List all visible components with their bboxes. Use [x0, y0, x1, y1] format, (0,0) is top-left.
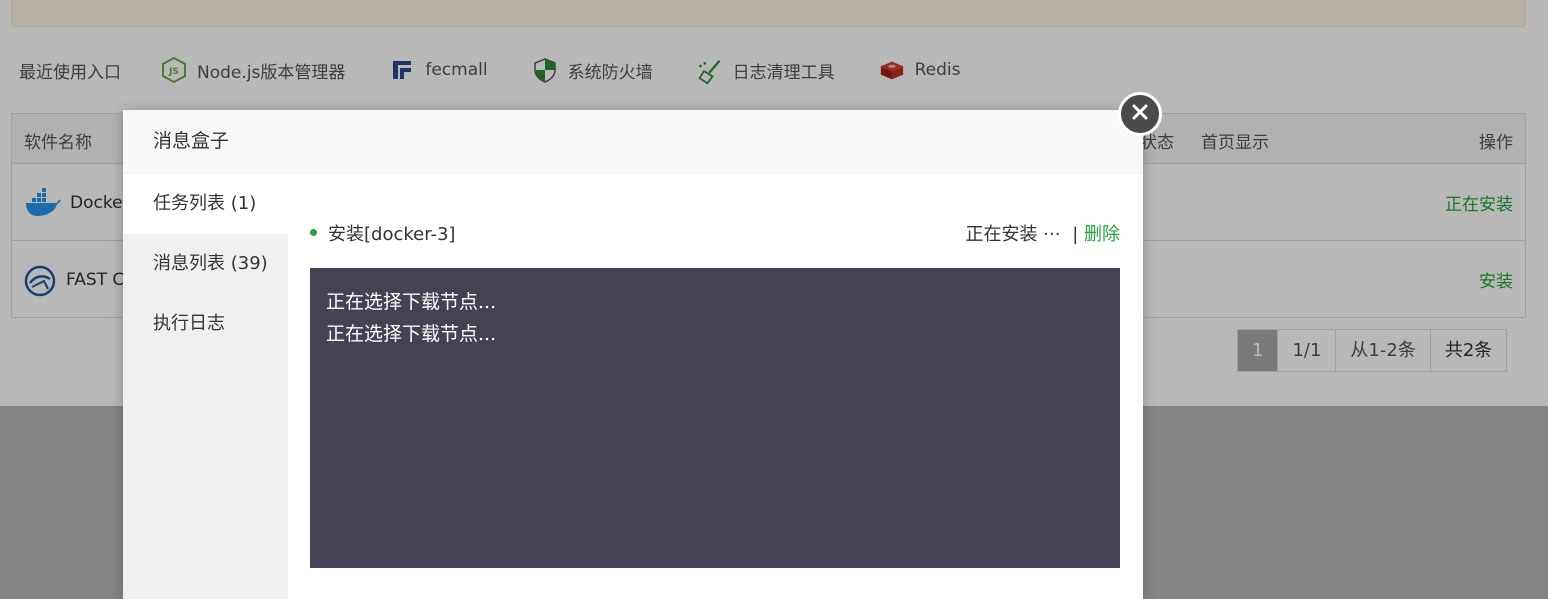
task-item: 安装[docker-3] 正在安装 ··· | 删除 — [310, 220, 1120, 246]
dialog-close-button[interactable] — [1118, 92, 1162, 136]
task-actions: 正在安装 ··· | 删除 — [966, 220, 1120, 246]
tab-message-list[interactable]: 消息列表 (39) — [123, 234, 288, 294]
dialog-title: 消息盒子 — [123, 110, 1143, 174]
close-icon — [1130, 102, 1150, 126]
status-dot — [310, 229, 317, 236]
tab-task-list[interactable]: 任务列表 (1) — [123, 174, 288, 234]
task-separator: | — [1072, 224, 1079, 245]
message-box-dialog: 消息盒子 任务列表 (1) 消息列表 (39) 执行日志 安装[docker-3… — [123, 110, 1143, 599]
dialog-sidebar: 任务列表 (1) 消息列表 (39) 执行日志 — [123, 174, 288, 599]
task-name: 安装[docker-3] — [328, 224, 456, 245]
task-ellipsis: ··· — [1043, 224, 1061, 245]
task-status: 正在安装 — [965, 224, 1038, 245]
log-line: 正在选择下载节点... — [326, 323, 497, 345]
task-delete-link[interactable]: 删除 — [1084, 224, 1120, 245]
tab-exec-log[interactable]: 执行日志 — [123, 294, 288, 354]
log-line: 正在选择下载节点... — [326, 291, 497, 313]
task-log-output: 正在选择下载节点... 正在选择下载节点... — [310, 268, 1120, 568]
